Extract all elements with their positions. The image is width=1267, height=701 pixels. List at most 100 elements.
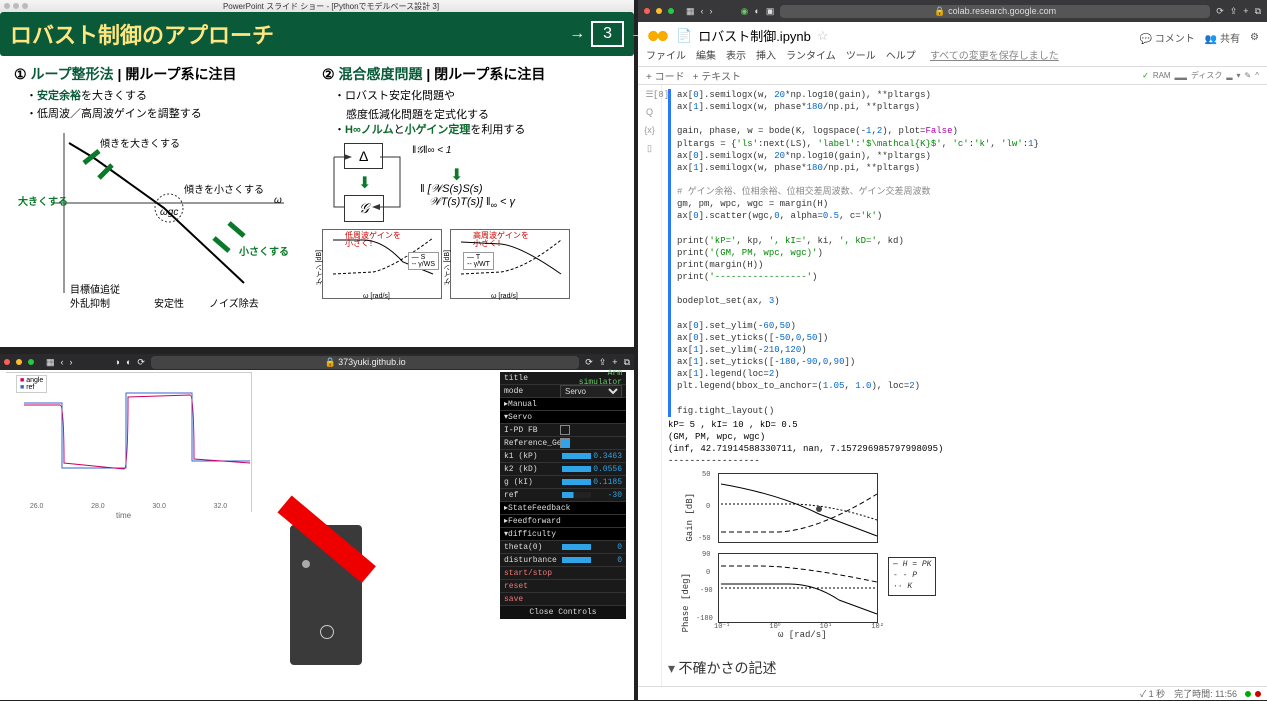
gui-mode: mode	[504, 387, 560, 396]
lbl-small: 小さくする	[239, 243, 289, 258]
add-text-button[interactable]: + テキスト	[693, 68, 741, 83]
disk-label: ディスク	[1191, 70, 1222, 81]
h2-num: ②	[322, 66, 335, 82]
section-heading[interactable]: 不確かさの記述	[668, 661, 1261, 680]
k1-val[interactable]: 0.3463	[593, 452, 622, 461]
settings-icon[interactable]: ✎	[1245, 71, 1252, 80]
colab-header: 📄 ロバスト制御.ipynb ☆ ファイル 編集 表示 挿入 ランタイム ツール…	[638, 22, 1267, 67]
colab-footer: ✓ 1 秒 完了時間: 11:56	[638, 686, 1267, 700]
mode-select[interactable]: Servo	[560, 385, 622, 398]
ipd-checkbox[interactable]	[560, 425, 570, 435]
manual-folder[interactable]: ▸ Manual	[500, 398, 626, 411]
servo-folder[interactable]: ▾ Servo	[500, 411, 626, 424]
lab3: 安定性	[154, 295, 184, 310]
sf-folder[interactable]: ▸ StateFeedback	[500, 502, 626, 515]
rlW: γ/WT	[474, 261, 490, 268]
xt0: 26.0	[30, 503, 44, 510]
lab4: ノイズ除去	[209, 295, 259, 310]
save-button[interactable]: save	[500, 593, 626, 606]
plot-xlabel: time	[116, 511, 131, 520]
xt3: 32.0	[214, 503, 228, 510]
llW: γ/WS	[418, 261, 435, 268]
share-button[interactable]: 👥 共有	[1205, 30, 1240, 45]
powerpoint-window: PowerPoint スライド ショー - [Pythonでモデルベース設計 3…	[0, 0, 634, 347]
rlT: T	[476, 254, 480, 261]
status-red-icon	[1255, 691, 1261, 697]
k2-val[interactable]: 0.0556	[593, 465, 622, 474]
menu-view[interactable]: 表示	[726, 47, 746, 62]
refgen: Reference_Gen	[504, 439, 560, 448]
dist-val[interactable]: 0	[593, 556, 622, 565]
ram-label: RAM	[1153, 71, 1171, 80]
settings-icon[interactable]: ⚙	[1250, 32, 1259, 43]
bleg1: P	[912, 571, 917, 580]
comment-button[interactable]: 💬 コメント	[1140, 30, 1195, 45]
c2b3a: H∞ノルム	[345, 124, 394, 136]
dist-slider[interactable]	[562, 557, 591, 563]
c2b3b: 小ゲイン定理	[405, 124, 471, 136]
bleg0: H = PK	[903, 560, 932, 569]
menu-edit[interactable]: 編集	[696, 47, 716, 62]
xw1: ω [rad/s]	[363, 293, 390, 300]
ff-folder[interactable]: ▸ Feedforward	[500, 515, 626, 528]
omega: ω	[274, 195, 282, 206]
notebook-name[interactable]: ロバスト制御.ipynb	[698, 26, 811, 45]
notebook-content[interactable]: [8] ax[0].semilogx(w, 20*np.log10(gain),…	[662, 85, 1267, 686]
b1: 安定余裕	[37, 90, 81, 102]
h1a: ループ整形法	[30, 66, 113, 82]
yg2: ゲイン [dB]	[443, 250, 453, 285]
menu-file[interactable]: ファイル	[646, 47, 686, 62]
menu-insert[interactable]: 挿入	[756, 47, 776, 62]
refgen-checkbox[interactable]	[560, 438, 570, 448]
colab-url[interactable]: 🔒 colab.research.google.com	[780, 5, 1210, 18]
xt1: 28.0	[91, 503, 105, 510]
ineq2: < γ	[500, 196, 515, 208]
b2: 低周波／高周波ゲインを調整する	[26, 106, 312, 124]
menu-runtime[interactable]: ランタイム	[786, 47, 836, 62]
diff-folder[interactable]: ▾ difficulty	[500, 528, 626, 541]
wt: 𝒲T(s)T(s)	[429, 196, 480, 208]
code-cell-8[interactable]: ax[0].semilogx(w, 20*np.log10(gain), **p…	[677, 89, 1261, 417]
slide-title: ロバスト制御のアプローチ	[10, 18, 274, 50]
gui-title-lbl: title	[504, 374, 560, 383]
menu-tools[interactable]: ツール	[846, 47, 876, 62]
close-icon[interactable]	[644, 8, 650, 14]
close-icon[interactable]	[4, 359, 10, 365]
maximize-icon[interactable]	[668, 8, 674, 14]
slide: ロバスト制御のアプローチ 3 ① ループ整形法 | 開ループ系に注目 安定余裕を…	[0, 12, 634, 347]
col-2: ② 混合感度問題 | 閉ループ系に注目 ロバスト安定化問題や 感度低減化問題を定…	[322, 64, 620, 313]
leg-ref: ref	[26, 384, 34, 391]
col-1: ① ループ整形法 | 開ループ系に注目 安定余裕を大きくする 低周波／高周波ゲイ…	[14, 64, 312, 313]
bode-yl2: Phase [deg]	[680, 573, 692, 632]
minimize-icon[interactable]	[16, 359, 22, 365]
startstop-button[interactable]: start/stop	[500, 567, 626, 580]
pivot-icon	[302, 560, 310, 568]
close-controls-button[interactable]: Close Controls	[500, 606, 626, 619]
minimize-icon[interactable]	[656, 8, 662, 14]
g-slider[interactable]	[562, 479, 591, 485]
url-bar[interactable]: 🔒 373yuki.github.io	[151, 356, 579, 369]
menu-help[interactable]: ヘルプ	[886, 47, 916, 62]
lbl-tiltsmall: 傾きを小さくする	[184, 181, 264, 196]
colab-menu[interactable]: ファイル 編集 表示 挿入 ランタイム ツール ヘルプ すべての変更を保存しまし…	[646, 47, 1259, 62]
lab1: 目標値追従	[70, 281, 120, 296]
ref-slider[interactable]	[562, 492, 591, 498]
maximize-icon[interactable]	[28, 359, 34, 365]
folder-icon[interactable]: ▯	[638, 139, 661, 157]
status-green-icon	[1245, 691, 1251, 697]
xt2: 30.0	[152, 503, 166, 510]
theta0-val[interactable]: 0	[593, 543, 622, 552]
reset-button[interactable]: reset	[500, 580, 626, 593]
k1-slider[interactable]	[562, 453, 591, 459]
search-icon[interactable]: Q	[638, 103, 661, 121]
datgui-panel[interactable]: titleArm simulator modeServo ▸ Manual ▾ …	[500, 372, 626, 619]
wgc: ωgc	[160, 207, 178, 218]
vars-icon[interactable]: {x}	[638, 121, 661, 139]
k2-slider[interactable]	[562, 466, 591, 472]
add-code-button[interactable]: + コード	[646, 68, 685, 83]
g-val[interactable]: 0.1185	[593, 478, 622, 487]
cell8-num: [8]	[653, 89, 669, 101]
lab2: 外乱抑制	[70, 295, 110, 310]
ref-val[interactable]: -30	[593, 491, 622, 500]
theta0-slider[interactable]	[562, 544, 591, 550]
